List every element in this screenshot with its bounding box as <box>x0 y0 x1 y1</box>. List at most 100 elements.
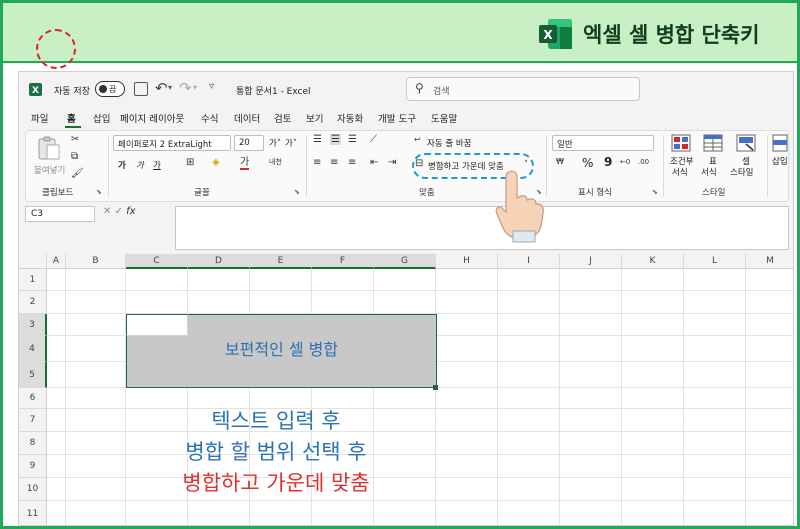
column-header-i[interactable]: I <box>498 254 560 269</box>
align-right-icon[interactable]: ≡ <box>348 157 356 168</box>
font-size-select[interactable]: 20 <box>234 135 264 151</box>
row-header-6[interactable]: 6 <box>19 388 47 409</box>
font-color-icon[interactable]: 가 <box>240 157 250 170</box>
row-header-9[interactable]: 9 <box>19 455 47 478</box>
align-left-icon[interactable]: ≡ <box>313 157 321 168</box>
row-header-7[interactable]: 7 <box>19 409 47 432</box>
align-center-icon[interactable]: ≡ <box>330 157 338 168</box>
row-header-3[interactable]: 3 <box>19 314 47 336</box>
fx-icon[interactable]: fx <box>126 206 135 217</box>
borders-icon[interactable]: ⊞ <box>186 157 194 168</box>
column-header-b[interactable]: B <box>66 254 126 269</box>
clipboard-launcher-icon[interactable]: ⬊ <box>96 188 102 196</box>
tab-developer[interactable]: 개발 도구 <box>378 111 416 125</box>
select-all-corner[interactable] <box>19 254 47 269</box>
row-header-4[interactable]: 4 <box>19 336 47 362</box>
active-cell[interactable] <box>126 314 188 336</box>
quick-access-more-icon[interactable]: ▿ <box>209 81 214 92</box>
tab-home[interactable]: 홈 <box>67 111 76 125</box>
name-box[interactable]: C3 <box>25 206 95 222</box>
font-name-select[interactable]: 페이퍼로지 2 ExtraLight <box>113 135 231 151</box>
home-tab-highlight <box>36 29 76 69</box>
align-middle-icon[interactable]: ☰ <box>330 134 341 145</box>
grow-font-button[interactable]: 가˄ <box>269 137 281 149</box>
row-header-2[interactable]: 2 <box>19 291 47 314</box>
increase-indent-icon[interactable]: ⇥ <box>388 157 396 168</box>
copy-icon[interactable]: ⧉ <box>71 151 78 162</box>
conditional-formatting-icon[interactable] <box>671 134 691 152</box>
ribbon-tabs: 파일 홈 삽입 페이지 레이아웃 수식 데이터 검토 보기 자동화 개발 도구 … <box>19 106 793 130</box>
format-as-table-icon[interactable] <box>703 134 723 152</box>
tab-data[interactable]: 데이터 <box>234 111 260 125</box>
row-header-11[interactable]: 11 <box>19 501 47 525</box>
cell-styles-label-2[interactable]: 스타일 <box>730 166 753 178</box>
svg-text:X: X <box>543 28 553 42</box>
wrap-text-button[interactable]: 자동 줄 바꿈 <box>427 137 472 149</box>
row-header-10[interactable]: 10 <box>19 478 47 501</box>
column-header-e[interactable]: E <box>250 254 312 269</box>
search-box[interactable]: ⚲ 검색 <box>406 77 640 101</box>
row-header-8[interactable]: 8 <box>19 432 47 455</box>
cell-styles-icon[interactable] <box>736 134 756 152</box>
italic-button[interactable]: 가 <box>136 159 144 171</box>
phonetic-icon[interactable]: 내천 <box>269 157 282 167</box>
comma-button[interactable]: 9 <box>604 155 612 169</box>
wrap-text-icon[interactable]: ↩ <box>414 135 421 144</box>
formula-input[interactable] <box>175 206 789 250</box>
format-painter-icon[interactable]: 🖌 <box>71 168 84 179</box>
font-launcher-icon[interactable]: ⬊ <box>294 188 300 196</box>
column-header-a[interactable]: A <box>47 254 66 269</box>
redo-icon[interactable]: ↷ <box>179 79 192 97</box>
bold-button[interactable]: 가 <box>118 159 126 171</box>
column-gridline <box>65 269 66 525</box>
tab-view[interactable]: 보기 <box>306 111 323 125</box>
orientation-icon[interactable]: ⟋ <box>370 134 377 145</box>
format-as-table-label-2[interactable]: 서식 <box>701 166 717 178</box>
paste-icon[interactable] <box>36 135 62 161</box>
number-launcher-icon[interactable]: ⬊ <box>652 188 658 196</box>
cut-icon[interactable]: ✂ <box>71 134 79 145</box>
underline-button[interactable]: 가 <box>153 159 161 171</box>
tab-automate[interactable]: 자동화 <box>337 111 363 125</box>
cancel-icon[interactable]: ✕ <box>103 206 111 217</box>
tab-page-layout[interactable]: 페이지 레이아웃 <box>120 111 184 125</box>
fill-color-icon[interactable]: ◈ <box>212 157 220 168</box>
increase-decimal-icon[interactable]: ←0 <box>620 158 630 166</box>
align-top-icon[interactable]: ☰ <box>313 134 322 145</box>
paste-label[interactable]: 붙여넣기 <box>34 164 65 176</box>
conditional-formatting-label-2[interactable]: 서식 <box>672 166 688 178</box>
percent-button[interactable]: % <box>582 156 593 170</box>
tab-insert[interactable]: 삽입 <box>93 111 110 125</box>
column-header-f[interactable]: F <box>312 254 374 269</box>
undo-dropdown-icon[interactable]: ▾ <box>168 83 172 92</box>
undo-icon[interactable]: ↶ <box>155 79 168 97</box>
decrease-decimal-icon[interactable]: .00 <box>638 158 649 166</box>
tab-formulas[interactable]: 수식 <box>201 111 218 125</box>
column-header-j[interactable]: J <box>560 254 622 269</box>
redo-dropdown-icon[interactable]: ▾ <box>193 83 197 92</box>
enter-icon[interactable]: ✓ <box>115 206 123 217</box>
insert-cells-label[interactable]: 삽입 <box>772 155 788 167</box>
insert-cells-icon[interactable] <box>772 134 788 152</box>
column-header-h[interactable]: H <box>436 254 498 269</box>
tab-help[interactable]: 도움말 <box>431 111 457 125</box>
column-header-d[interactable]: D <box>188 254 250 269</box>
number-format-select[interactable]: 일반 <box>552 135 654 151</box>
tab-review[interactable]: 검토 <box>274 111 291 125</box>
decrease-indent-icon[interactable]: ⇤ <box>370 157 378 168</box>
row-header-1[interactable]: 1 <box>19 269 47 291</box>
column-header-g[interactable]: G <box>374 254 436 269</box>
formula-controls: ✕ ✓ fx <box>103 206 136 217</box>
column-header-c[interactable]: C <box>126 254 188 269</box>
align-bottom-icon[interactable]: ☰ <box>348 134 357 145</box>
column-header-l[interactable]: L <box>684 254 746 269</box>
accounting-format-icon[interactable]: ₩ <box>556 157 564 166</box>
column-header-m[interactable]: M <box>746 254 793 269</box>
tab-file[interactable]: 파일 <box>31 111 48 125</box>
fill-handle[interactable] <box>433 385 438 390</box>
column-header-k[interactable]: K <box>622 254 684 269</box>
shrink-font-button[interactable]: 가˅ <box>285 137 297 149</box>
autosave-toggle[interactable]: 끔 <box>95 81 125 97</box>
save-icon[interactable] <box>134 82 148 96</box>
row-header-5[interactable]: 5 <box>19 362 47 388</box>
